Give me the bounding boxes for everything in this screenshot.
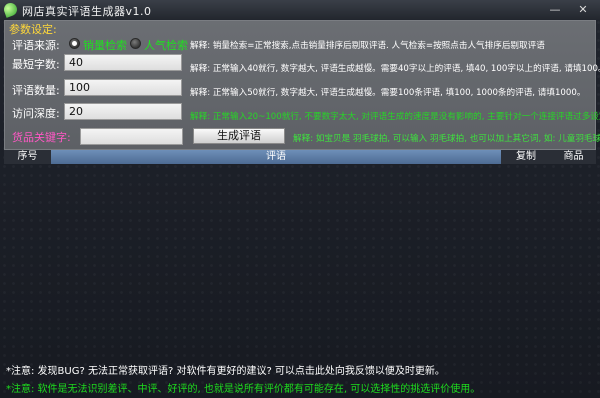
column-copy[interactable]: 复制 [501, 150, 551, 164]
title-bar[interactable]: 网店真实评语生成器v1.0 — ✕ [0, 0, 600, 20]
generate-button[interactable]: 生成评语 [193, 128, 285, 144]
radio-sales[interactable] [69, 38, 80, 49]
feedback-note[interactable]: *注意: 发现BUG? 无法正常获取评语? 对软件有更好的建议? 可以点击此处向… [6, 362, 445, 377]
depth-hint: 解释: 正常输入20~100就行, 不要数字太大, 对评语生成的速度是没有影响的… [190, 112, 600, 122]
min-chars-label: 最短字数: [12, 58, 60, 71]
min-chars-input[interactable]: 40 [64, 54, 182, 71]
leaf-icon [2, 1, 19, 18]
window-title: 网店真实评语生成器v1.0 [22, 5, 152, 18]
close-button[interactable]: ✕ [570, 2, 596, 17]
keyword-label: 货品关键字: [12, 131, 71, 144]
column-review[interactable]: 评语 [51, 150, 501, 164]
radio-sales-label[interactable]: 销量检索 [83, 37, 127, 53]
window-controls: — ✕ [542, 2, 596, 17]
results-table-header: 序号 评语 复制 商品 [4, 150, 596, 164]
source-hint: 解释: 销量检索=正常搜索,点击销量排序后剔取评语. 人气检索=按照点击人气排序… [190, 41, 545, 51]
depth-label: 访问深度: [12, 107, 60, 120]
column-seq[interactable]: 序号 [4, 150, 51, 164]
review-count-label: 评语数量: [12, 84, 60, 97]
depth-input[interactable]: 20 [64, 103, 182, 120]
usage-note: *注意: 软件是无法识别差评、中评、好评的, 也就是说所有评价都有可能存在, 可… [6, 384, 481, 395]
minimize-button[interactable]: — [542, 2, 568, 17]
section-title: 参数设定: [9, 23, 57, 36]
review-count-hint: 解释: 正常输入50就行, 数字越大, 评语生成越慢。需要100条评语, 填10… [190, 88, 586, 98]
radio-selected-dot [72, 41, 77, 46]
column-goods[interactable]: 商品 [551, 150, 596, 164]
radio-popularity[interactable] [130, 38, 141, 49]
source-label: 评语来源: [12, 39, 60, 52]
min-chars-hint: 解释: 正常输入40就行, 数字越大, 评语生成越慢。需要40字以上的评语, 填… [190, 64, 600, 74]
keyword-hint: 解释: 如宝贝是 羽毛球拍, 可以输入 羽毛球拍, 也可以加上其它词, 如: 儿… [293, 134, 600, 144]
radio-popularity-label[interactable]: 人气检索 [144, 37, 188, 53]
review-count-input[interactable]: 100 [64, 79, 182, 96]
keyword-input[interactable] [80, 128, 183, 145]
